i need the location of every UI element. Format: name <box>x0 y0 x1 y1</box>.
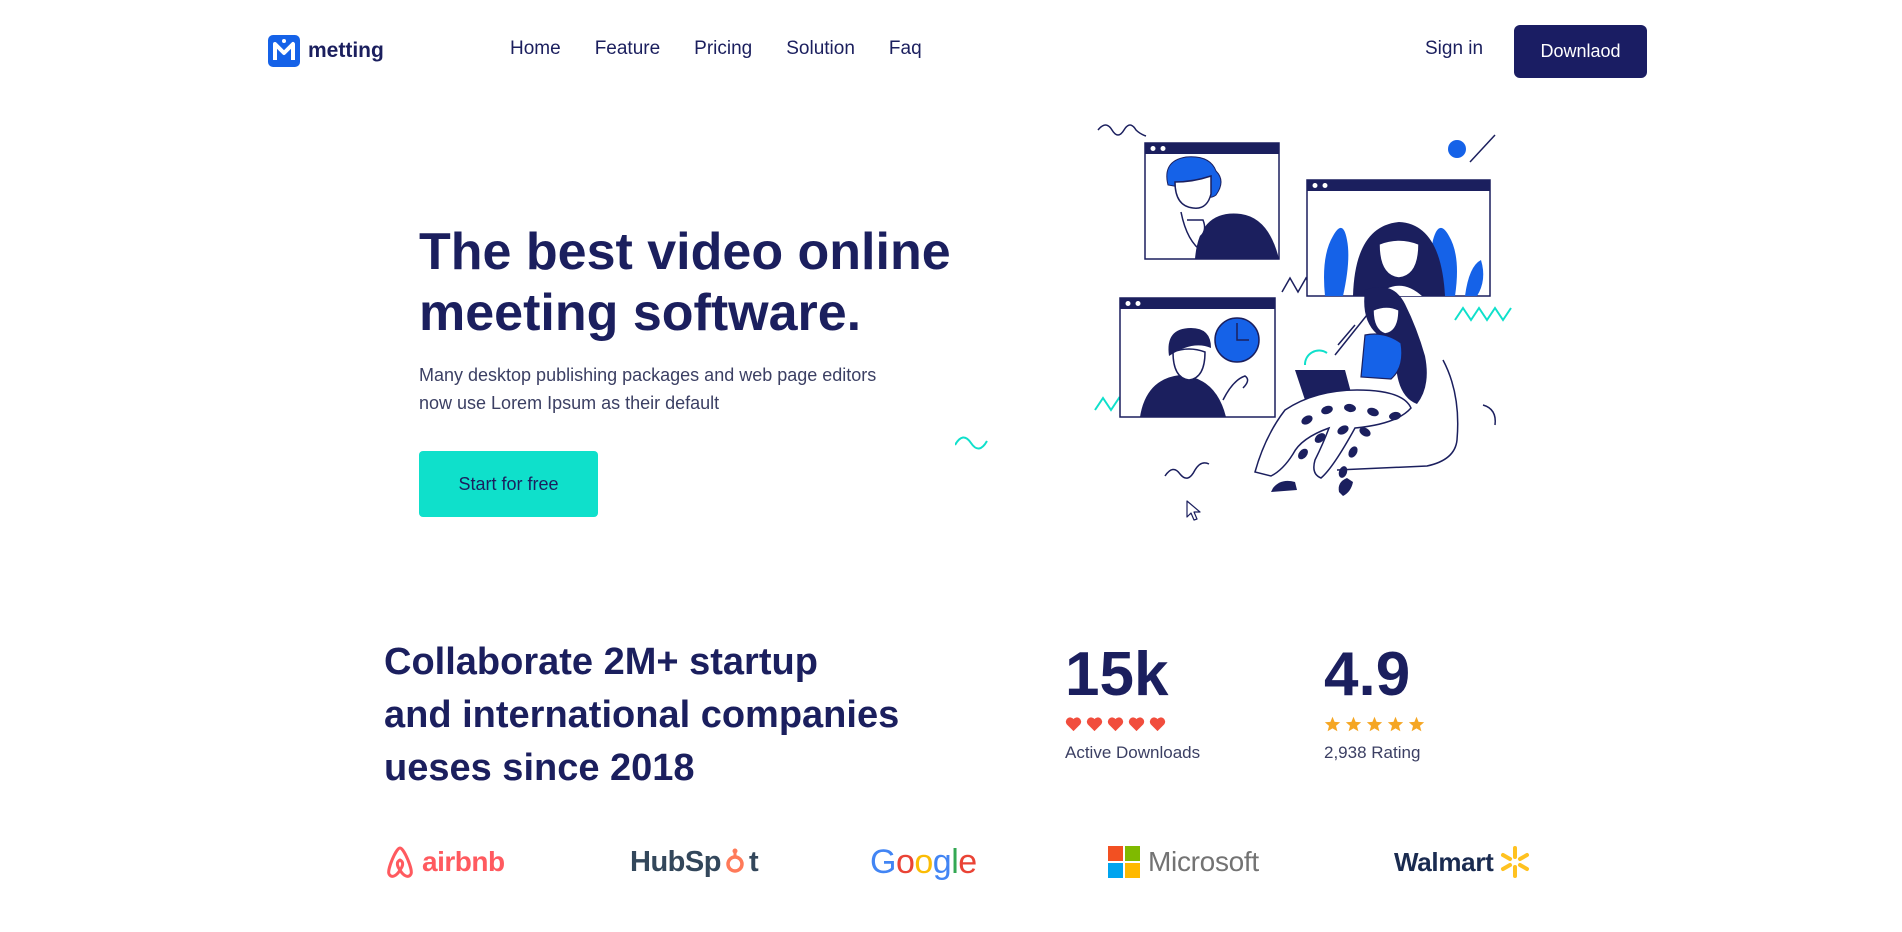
main-nav: Home Feature Pricing Solution Faq <box>510 38 922 60</box>
microsoft-windows-icon <box>1108 846 1140 878</box>
nav-pricing[interactable]: Pricing <box>694 38 752 60</box>
download-button[interactable]: Downlaod <box>1514 25 1647 78</box>
star-icon <box>1345 716 1362 732</box>
google-letter: e <box>958 842 977 881</box>
walmart-logo: Walmart <box>1394 840 1532 884</box>
stars-row <box>1324 716 1425 732</box>
squiggle-deco-2 <box>1097 124 1147 137</box>
nav-faq[interactable]: Faq <box>889 38 922 60</box>
brand-name: metting <box>308 39 384 62</box>
walmart-spark-icon <box>1500 846 1529 878</box>
heart-icon <box>1128 717 1145 732</box>
collaboration-heading-line-1: Collaborate 2M+ startup <box>384 641 818 683</box>
rating-stat: 4.9 2,938 Rating <box>1324 644 1425 763</box>
airbnb-logo: airbnb <box>384 840 505 884</box>
hearts-row <box>1065 716 1200 732</box>
collaboration-heading-line-2: and international companies <box>384 694 900 736</box>
logo-mark-icon <box>268 35 300 67</box>
star-icon <box>1408 716 1425 732</box>
star-icon <box>1366 716 1383 732</box>
hero-subtitle-line-1: Many desktop publishing packages and web… <box>419 365 877 385</box>
hubspot-sprocket-icon <box>726 848 744 873</box>
mouse-cursor-icon <box>1186 500 1201 521</box>
video-window-2 <box>1306 179 1491 297</box>
hero-subtitle-line-2: now use Lorem Ipsum as their default <box>419 393 720 413</box>
dot-deco <box>1448 140 1466 158</box>
star-icon <box>1387 716 1404 732</box>
hubspot-wordmark-start: HubSp <box>630 845 721 878</box>
collaboration-heading-line-3: ueses since 2018 <box>384 747 695 789</box>
line-deco-2 <box>1334 314 1368 356</box>
arc-deco-2 <box>1482 404 1496 426</box>
hero-title-line-2: meeting software. <box>419 284 862 342</box>
squiggle-deco-3 <box>1164 462 1210 479</box>
sign-in-link[interactable]: Sign in <box>1425 38 1483 60</box>
video-meeting-illustration <box>955 124 1512 496</box>
video-window-1 <box>1144 142 1280 260</box>
hubspot-logo: HubSp t <box>630 840 759 884</box>
hero-title: The best video online meeting software. <box>419 222 979 344</box>
google-wordmark: Google <box>870 843 977 882</box>
hubspot-wordmark-end: t <box>748 845 759 878</box>
hero-title-line-1: The best video online <box>419 223 951 281</box>
downloads-label: Active Downloads <box>1065 743 1201 762</box>
line-deco-3 <box>1337 324 1356 346</box>
zigzag-deco-2 <box>1454 306 1512 322</box>
microsoft-logo: Microsoft <box>1108 840 1259 884</box>
microsoft-wordmark: Microsoft <box>1148 846 1259 877</box>
line-deco-1 <box>1469 134 1496 163</box>
google-logo: Google <box>870 840 977 884</box>
google-letter: o <box>914 842 933 881</box>
walmart-wordmark: Walmart <box>1394 846 1494 877</box>
hero-subtitle: Many desktop publishing packages and web… <box>419 361 939 417</box>
downloads-value: 15k <box>1065 640 1169 709</box>
google-letter: g <box>932 842 952 881</box>
nav-feature[interactable]: Feature <box>595 38 660 60</box>
collaboration-heading: Collaborate 2M+ startup and internationa… <box>384 636 944 795</box>
star-icon <box>1324 716 1341 732</box>
nav-home[interactable]: Home <box>510 38 561 60</box>
heart-icon <box>1086 717 1103 732</box>
google-letter: G <box>870 842 896 881</box>
rating-value: 4.9 <box>1324 640 1411 709</box>
rating-label: 2,938 Rating <box>1324 743 1421 762</box>
heart-icon <box>1107 717 1124 732</box>
start-for-free-button[interactable]: Start for free <box>419 451 598 517</box>
google-letter: o <box>895 842 915 881</box>
nav-solution[interactable]: Solution <box>786 38 855 60</box>
arc-deco <box>1303 349 1328 366</box>
woman-with-laptop <box>1254 287 1459 496</box>
airbnb-belo-icon <box>387 846 413 878</box>
brand-logo[interactable]: metting <box>268 34 384 68</box>
heart-icon <box>1065 717 1082 732</box>
squiggle-deco-1 <box>955 436 988 450</box>
airbnb-wordmark: airbnb <box>422 846 505 877</box>
downloads-stat: 15k Active Downloads <box>1065 644 1200 763</box>
video-window-3 <box>1119 297 1276 418</box>
heart-icon <box>1149 717 1166 732</box>
